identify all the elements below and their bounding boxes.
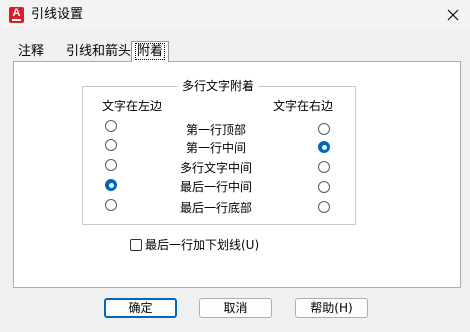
row-label-bottom-of-last-line: 最后一行底部 xyxy=(179,201,252,215)
tab-attachment[interactable]: 附着 xyxy=(131,41,170,62)
right-radio-middle-of-first-line[interactable] xyxy=(318,141,330,153)
group-title: 多行文字附着 xyxy=(178,78,259,94)
left-radio-middle-of-multiline-text[interactable] xyxy=(105,159,117,171)
close-icon xyxy=(447,9,459,21)
close-button[interactable] xyxy=(440,3,466,27)
row-label-middle-of-first-line: 第一行中间 xyxy=(185,141,246,155)
checkbox-box[interactable] xyxy=(130,239,142,251)
right-radio-middle-of-multiline-text[interactable] xyxy=(318,161,330,173)
window-title: 引线设置 xyxy=(31,7,84,22)
right-radio-top-of-first-line[interactable] xyxy=(318,123,330,135)
row-label-top-of-first-line: 第一行顶部 xyxy=(185,123,246,137)
text-on-right-header: 文字在右边 xyxy=(273,99,334,113)
left-radio-bottom-of-last-line[interactable] xyxy=(105,199,117,211)
row-label-middle-of-multiline-text: 多行文字中间 xyxy=(179,161,252,175)
title-bar: A 引线设置 xyxy=(0,0,470,30)
tab-leader-and-arrow[interactable]: 引线和箭头 xyxy=(63,43,134,61)
tab-attachment-label: 附着 xyxy=(135,43,166,60)
row-label-middle-of-last-line: 最后一行中间 xyxy=(179,180,252,194)
left-radio-middle-of-last-line[interactable] xyxy=(105,179,117,191)
left-radio-top-of-first-line[interactable] xyxy=(105,120,117,132)
tab-annotation[interactable]: 注释 xyxy=(15,43,47,61)
autocad-icon: A xyxy=(9,7,24,23)
help-button[interactable]: 帮助(H) xyxy=(295,298,368,318)
underline-last-line-label: 最后一行加下划线(U) xyxy=(145,238,260,252)
cancel-button[interactable]: 取消 xyxy=(199,298,272,318)
right-radio-bottom-of-last-line[interactable] xyxy=(318,201,330,213)
left-radio-middle-of-first-line[interactable] xyxy=(105,139,117,151)
text-on-left-header: 文字在左边 xyxy=(102,99,163,113)
ok-button[interactable]: 确定 xyxy=(104,298,177,318)
right-radio-middle-of-last-line[interactable] xyxy=(318,181,330,193)
